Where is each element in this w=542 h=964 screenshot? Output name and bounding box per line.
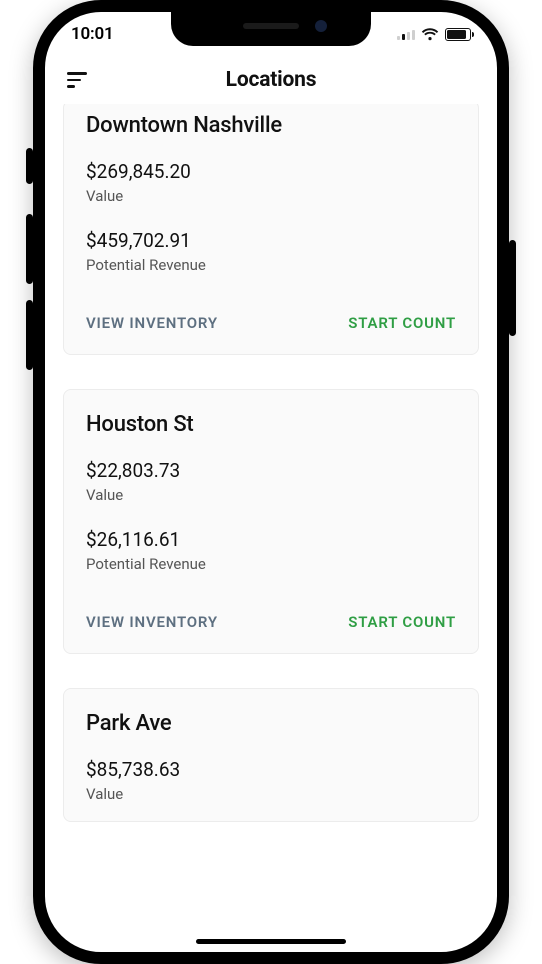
location-value-label: Value: [86, 486, 456, 504]
phone-volume-down: [26, 300, 33, 370]
start-count-button[interactable]: START COUNT: [348, 310, 456, 336]
location-value-label: Value: [86, 187, 456, 205]
status-time: 10:01: [71, 24, 113, 44]
phone-notch: [171, 12, 371, 46]
location-potential-amount: $26,116.61: [86, 528, 456, 551]
page-title: Locations: [226, 68, 317, 92]
location-value-amount: $269,845.20: [86, 160, 456, 183]
wifi-icon: [421, 28, 439, 41]
location-name: Park Ave: [86, 711, 456, 736]
location-potential-label: Potential Revenue: [86, 555, 456, 573]
cellular-icon: [397, 28, 415, 40]
view-inventory-button[interactable]: VIEW INVENTORY: [86, 310, 218, 336]
location-name: Downtown Nashville: [86, 113, 456, 138]
location-card: Houston St $22,803.73 Value $26,116.61 P…: [63, 389, 479, 654]
location-value-amount: $22,803.73: [86, 459, 456, 482]
location-value-label: Value: [86, 785, 456, 803]
start-count-button[interactable]: START COUNT: [348, 609, 456, 635]
location-value-amount: $85,738.63: [86, 758, 456, 781]
menu-icon[interactable]: [67, 68, 91, 92]
location-potential-label: Potential Revenue: [86, 256, 456, 274]
location-potential-amount: $459,702.91: [86, 229, 456, 252]
locations-list[interactable]: Downtown Nashville $269,845.20 Value $45…: [45, 104, 497, 952]
location-name: Houston St: [86, 412, 456, 437]
phone-volume-up: [26, 214, 33, 284]
location-card: Park Ave $85,738.63 Value: [63, 688, 479, 822]
app-header: Locations: [45, 56, 497, 104]
location-card: Downtown Nashville $269,845.20 Value $45…: [63, 104, 479, 355]
battery-icon: [445, 28, 471, 41]
view-inventory-button[interactable]: VIEW INVENTORY: [86, 609, 218, 635]
phone-power-button: [509, 240, 516, 336]
home-indicator[interactable]: [196, 939, 346, 944]
phone-mute-switch: [26, 148, 33, 184]
phone-frame: 10:01 Locations Downtown Nashville $269,…: [33, 0, 509, 964]
